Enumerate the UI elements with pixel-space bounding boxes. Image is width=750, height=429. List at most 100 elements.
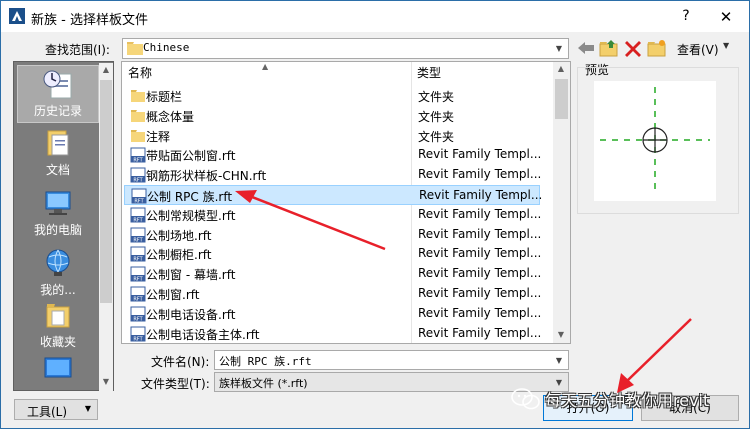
help-button[interactable]: ? [677,7,695,25]
close-button[interactable]: ✕ [715,7,737,27]
scroll-up-icon[interactable]: ▲ [554,62,568,76]
rft-file-icon: RFT [130,266,146,282]
file-row[interactable]: RFT 公制 RPC 族.rft Revit Family Templ... [124,185,542,205]
history-icon [43,70,72,99]
file-type: Revit Family Templ... [418,226,542,241]
file-name: 公制电话设备主体.rft [146,327,260,342]
file-name: 注释 [146,129,171,144]
places-bar: 历史记录 文档 我的电脑 我的... 收藏夹 ▲ ▼ [13,61,114,391]
file-type: Revit Family Templ... [418,286,542,300]
place-favorites[interactable]: 收藏夹 [17,297,99,355]
sort-ascending-icon: ▲ [262,62,269,71]
place-history[interactable]: 历史记录 [17,65,99,123]
file-row[interactable]: RFT 钢筋形状样板-CHN.rft Revit Family Templ... [124,165,542,185]
chevron-down-icon[interactable]: ▼ [552,41,566,56]
rft-file-icon: RFT [130,147,146,163]
watermark-text: 每天五分钟教你用revit [545,391,710,410]
new-folder-icon[interactable] [647,39,667,57]
file-type: Revit Family Templ... [418,305,542,320]
column-header-name[interactable]: 名称 [128,62,152,85]
file-row[interactable]: RFT 公制窗.rft Revit Family Templ... [124,284,542,304]
file-name-value: 公制 RPC 族.rft [219,355,312,368]
place-computer[interactable]: 我的电脑 [17,185,99,243]
chevron-down-icon[interactable]: ▼ [552,353,566,368]
scrollbar-thumb[interactable] [555,79,568,119]
file-row[interactable]: RFT 公制窗 - 幕墙.rft Revit Family Templ... [124,264,542,284]
file-name: 公制电话设备.rft [146,307,236,322]
scroll-down-icon[interactable]: ▼ [99,375,113,389]
tools-button[interactable]: 工具(L) ▼ [14,399,98,420]
file-list: 名称 ▲ 类型 标题栏 文件夹 概念体量 文件夹 注释 文件夹 RFT 带贴面公制窗.rft R… [121,61,571,344]
file-type: Revit Family Templ... [418,246,542,261]
place-label: 历史记录 [33,104,82,118]
rft-file-icon: RFT [130,326,146,342]
chevron-down-icon: ▼ [84,404,91,413]
rft-badge: RFT [133,237,143,243]
rft-badge: RFT [133,296,143,302]
place-network[interactable]: 我的... [17,245,99,303]
desktop-icon [44,357,72,378]
look-in-value: Chinese [143,41,190,54]
delete-icon[interactable] [623,39,643,57]
wechat-icon [511,388,540,410]
folder-row[interactable]: 注释 文件夹 [124,126,540,146]
file-name: 标题栏 [146,90,183,104]
folder-row[interactable]: 标题栏 文件夹 [124,86,540,106]
rft-file-icon: RFT [130,167,146,183]
scroll-down-icon[interactable]: ▼ [554,328,568,342]
file-row[interactable]: RFT 公制橱柜.rft Revit Family Templ... [124,244,542,264]
view-menu[interactable]: 查看(V) [677,41,719,58]
places-scrollbar[interactable]: ▲ ▼ [99,63,113,391]
place-label: 文档 [45,163,70,177]
file-row[interactable]: RFT 公制电话设备.rft Revit Family Templ... [124,304,542,324]
chevron-down-icon[interactable]: ▼ [723,41,729,50]
file-name: 公制窗 - 幕墙.rft [146,268,236,283]
place-label: 收藏夹 [39,335,76,349]
look-in-label: 查找范围(I): [45,43,110,57]
scroll-up-icon[interactable]: ▲ [99,63,113,77]
file-type-label: 文件类型(T): [141,377,210,391]
file-row[interactable]: RFT 带贴面公制窗.rft Revit Family Templ... [124,145,541,165]
watermark: 每天五分钟教你用revit [511,384,747,412]
look-in-combo[interactable]: Chinese ▼ [122,38,569,59]
computer-icon [45,191,71,215]
rft-badge: RFT [133,217,143,223]
file-name-input[interactable]: 公制 RPC 族.rft ▼ [214,350,569,370]
revit-logo-icon [9,8,25,24]
file-name: 概念体量 [146,109,195,124]
file-name: 公制 RPC 族.rft [147,190,233,204]
rft-badge: RFT [133,177,143,183]
file-type: 文件夹 [418,129,455,144]
documents-icon [47,130,69,156]
file-name: 公制窗.rft [146,288,200,302]
column-header-type[interactable]: 类型 [417,62,441,85]
folder-icon [131,90,145,102]
file-list-scrollbar[interactable]: ▲ ▼ [553,62,570,343]
file-type: 文件夹 [418,90,455,104]
rft-badge: RFT [133,316,143,322]
up-folder-icon[interactable] [599,39,619,57]
title-bar: 新族 - 选择样板文件 ? ✕ [1,1,749,32]
file-row[interactable]: RFT 公制常规模型.rft Revit Family Templ... [124,205,541,225]
select-template-dialog: 新族 - 选择样板文件 ? ✕ 查找范围(I): Chinese ▼ 查看(V)… [0,0,750,429]
back-arrow-icon[interactable] [576,39,596,57]
scrollbar-thumb[interactable] [100,80,112,303]
file-type: 文件夹 [418,109,455,124]
file-name-label: 文件名(N): [151,355,210,369]
file-row[interactable]: RFT 公制电话设备主体.rft Revit Family Templ... [124,324,541,343]
file-name: 公制常规模型.rft [146,208,236,223]
tools-label: 工具(L) [27,405,68,419]
folder-row[interactable]: 概念体量 文件夹 [124,106,540,126]
folder-icon [127,42,143,55]
folder-icon [131,129,145,142]
place-documents[interactable]: 文档 [17,125,99,183]
place-label: 我的电脑 [33,223,82,237]
rft-file-icon: RFT [130,246,146,262]
file-name: 公制场地.rft [146,228,212,243]
file-type: Revit Family Templ... [418,266,542,281]
file-type-value: 族样板文件 (*.rft) [219,377,308,390]
file-row[interactable]: RFT 公制场地.rft Revit Family Templ... [124,225,542,245]
rft-file-icon: RFT [130,286,146,302]
rft-badge: RFT [134,198,144,204]
file-type: Revit Family Templ... [418,167,542,182]
